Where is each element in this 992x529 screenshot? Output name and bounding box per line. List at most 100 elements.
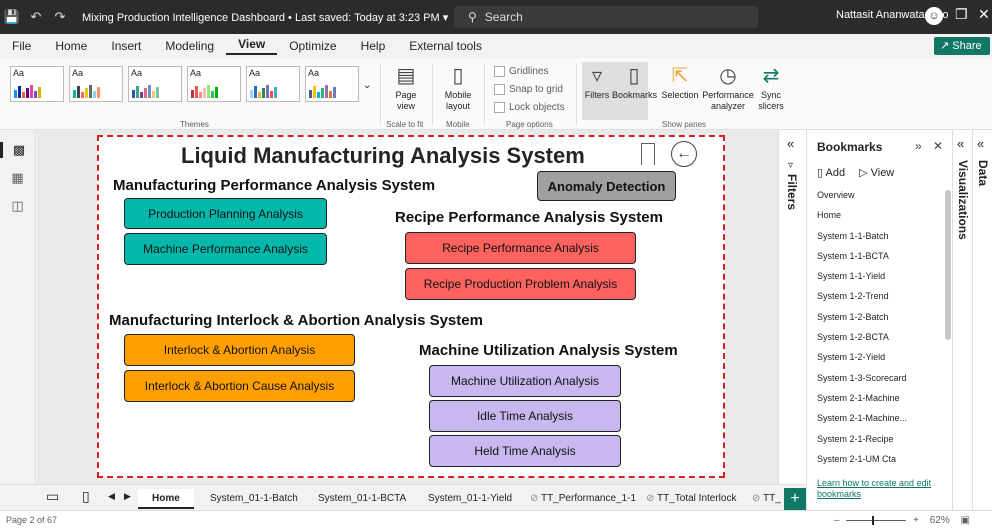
share-button[interactable]: ↗ Share	[934, 37, 990, 55]
data-pane-collapsed[interactable]: « Data	[972, 130, 992, 510]
menu-external-tools[interactable]: External tools	[397, 39, 494, 53]
menu-help[interactable]: Help	[349, 39, 398, 53]
bookmark-scrollbar[interactable]	[945, 190, 951, 340]
expand-chevron-icon[interactable]: «	[787, 136, 794, 151]
tab-tt-truncated[interactable]: ⊘ TT_	[752, 489, 781, 509]
theme-3[interactable]: Aa	[128, 66, 182, 102]
zoom-in-button[interactable]: +	[913, 515, 919, 526]
sync-slicers-button[interactable]: ⇄ Sync slicers	[756, 64, 786, 112]
selection-pane-button[interactable]: ⇱ Selection	[658, 64, 702, 101]
fit-page-icon[interactable]: ▣	[961, 515, 970, 526]
mobile-layout-icon[interactable]: ▯	[82, 488, 90, 505]
tab-system-01-1-yield[interactable]: System_01-1-Yield	[428, 489, 512, 509]
next-page-icon[interactable]: ▶	[124, 491, 131, 502]
zoom-out-button[interactable]: –	[834, 515, 840, 526]
desktop-layout-icon[interactable]: ▭	[46, 488, 59, 505]
view-bookmark-button[interactable]: ▷ View	[859, 166, 894, 179]
filters-pane-collapsed[interactable]: « ▿ Filters	[778, 130, 806, 484]
zoom-level[interactable]: 62%	[930, 515, 950, 526]
prev-page-icon[interactable]: ◀	[108, 491, 115, 502]
idle-time-button[interactable]: Idle Time Analysis	[429, 400, 621, 432]
menu-insert[interactable]: Insert	[99, 39, 153, 53]
tab-label: TT_Performance_1-1	[540, 493, 637, 504]
bookmark-item[interactable]: System 2-1-UM Cta	[817, 454, 943, 466]
theme-1[interactable]: Aa	[10, 66, 64, 102]
expand-icon[interactable]: »	[915, 139, 922, 153]
hidden-page-icon: ⊘	[752, 493, 763, 504]
save-icon[interactable]: 💾	[0, 9, 24, 25]
close-icon[interactable]: ✕	[978, 6, 990, 23]
anomaly-detection-button[interactable]: Anomaly Detection	[537, 171, 676, 201]
page-view-label: Page view	[395, 90, 417, 111]
tab-tt-performance[interactable]: ⊘ TT_Performance_1-1	[530, 489, 636, 509]
bookmark-item[interactable]: System 2-1-Machine...	[817, 413, 943, 433]
report-view-icon[interactable]: ▩	[0, 142, 35, 158]
bookmark-item[interactable]: Home	[817, 210, 943, 230]
menu-optimize[interactable]: Optimize	[277, 39, 348, 53]
page-view-button[interactable]: ▤ Page view	[386, 64, 426, 112]
add-page-button[interactable]: +	[784, 488, 806, 510]
expand-chevron-icon[interactable]: «	[957, 136, 964, 151]
tab-home[interactable]: Home	[138, 489, 194, 509]
theme-4[interactable]: Aa	[187, 66, 241, 102]
machine-performance-button[interactable]: Machine Performance Analysis	[124, 233, 327, 265]
recipe-performance-button[interactable]: Recipe Performance Analysis	[405, 232, 636, 264]
bookmark-item[interactable]: System 2-1-Machine	[817, 393, 943, 413]
gridlines-checkbox[interactable]: Gridlines	[494, 66, 548, 77]
mobile-layout-button[interactable]: ▯ Mobile layout	[438, 64, 478, 112]
snap-to-grid-checkbox[interactable]: Snap to grid	[494, 84, 563, 95]
menu-modeling[interactable]: Modeling	[153, 39, 226, 53]
tab-system-01-1-batch[interactable]: System_01-1-Batch	[210, 489, 298, 509]
document-title[interactable]: Mixing Production Intelligence Dashboard…	[82, 11, 448, 24]
expand-chevron-icon[interactable]: «	[977, 136, 984, 151]
title-bar: 💾 ↶ ↷ Mixing Production Intelligence Das…	[0, 0, 992, 34]
interlock-abortion-cause-button[interactable]: Interlock & Abortion Cause Analysis	[124, 370, 355, 402]
production-planning-button[interactable]: Production Planning Analysis	[124, 198, 327, 229]
bookmark-item[interactable]: System 1-2-Batch	[817, 312, 943, 332]
table-view-icon[interactable]: ▦	[0, 170, 35, 186]
bookmark-item[interactable]: System 1-2-Yield	[817, 352, 943, 372]
filters-pane-button[interactable]: ▿ Filters	[582, 64, 612, 101]
bookmarks-pane-button[interactable]: ▯ Bookmarks	[612, 64, 657, 101]
data-pane-label: Data	[976, 160, 990, 187]
recipe-production-problem-button[interactable]: Recipe Production Problem Analysis	[405, 268, 636, 300]
themes-dropdown-icon[interactable]: ⌄	[363, 80, 371, 91]
page-indicator: Page 2 of 67	[6, 515, 58, 525]
bookmark-item[interactable]: System 2-1-Recipe	[817, 434, 943, 454]
bookmark-item[interactable]: System 1-3-Scorecard	[817, 373, 943, 393]
theme-5[interactable]: Aa	[246, 66, 300, 102]
bookmark-icon[interactable]	[641, 143, 655, 165]
menu-file[interactable]: File	[0, 39, 43, 53]
menu-home[interactable]: Home	[43, 39, 99, 53]
bookmark-item[interactable]: System 1-2-Trend	[817, 291, 943, 311]
model-view-icon[interactable]: ◫	[0, 198, 35, 214]
bookmark-item[interactable]: System 1-1-Batch	[817, 231, 943, 251]
menu-view[interactable]: View	[226, 37, 278, 55]
bookmark-item[interactable]: Overview	[817, 190, 943, 210]
restore-icon[interactable]: ❐	[955, 6, 968, 23]
performance-analyzer-button[interactable]: ◷ Performance analyzer	[702, 64, 754, 112]
bookmark-item[interactable]: System 1-2-BCTA	[817, 332, 943, 352]
view-switcher: ▩ ▦ ◫	[0, 130, 36, 484]
redo-icon[interactable]: ↷	[48, 9, 72, 25]
avatar-icon[interactable]: ☺	[925, 7, 943, 25]
back-arrow-icon[interactable]: ←	[671, 141, 697, 167]
tab-system-01-1-bcta[interactable]: System_01-1-BCTA	[318, 489, 406, 509]
search-box[interactable]: ⚲ Search	[454, 6, 758, 28]
theme-6[interactable]: Aa	[305, 66, 359, 102]
interlock-abortion-button[interactable]: Interlock & Abortion Analysis	[124, 334, 355, 366]
lock-objects-checkbox[interactable]: Lock objects	[494, 102, 565, 113]
machine-utilization-button[interactable]: Machine Utilization Analysis	[429, 365, 621, 397]
divider	[432, 64, 433, 124]
add-bookmark-button[interactable]: ▯ Add	[817, 166, 845, 179]
learn-bookmarks-link[interactable]: Learn how to create and edit bookmarks	[817, 478, 947, 500]
tab-tt-total-interlock[interactable]: ⊘ TT_Total Interlock	[646, 489, 736, 509]
visualizations-pane-collapsed[interactable]: « Visualizations	[952, 130, 972, 510]
bookmark-item[interactable]: System 1-1-BCTA	[817, 251, 943, 271]
undo-icon[interactable]: ↶	[24, 9, 48, 25]
zoom-slider[interactable]	[846, 515, 907, 525]
bookmark-item[interactable]: System 1-1-Yield	[817, 271, 943, 291]
theme-2[interactable]: Aa	[69, 66, 123, 102]
held-time-button[interactable]: Held Time Analysis	[429, 435, 621, 467]
close-icon[interactable]: ✕	[933, 139, 943, 153]
